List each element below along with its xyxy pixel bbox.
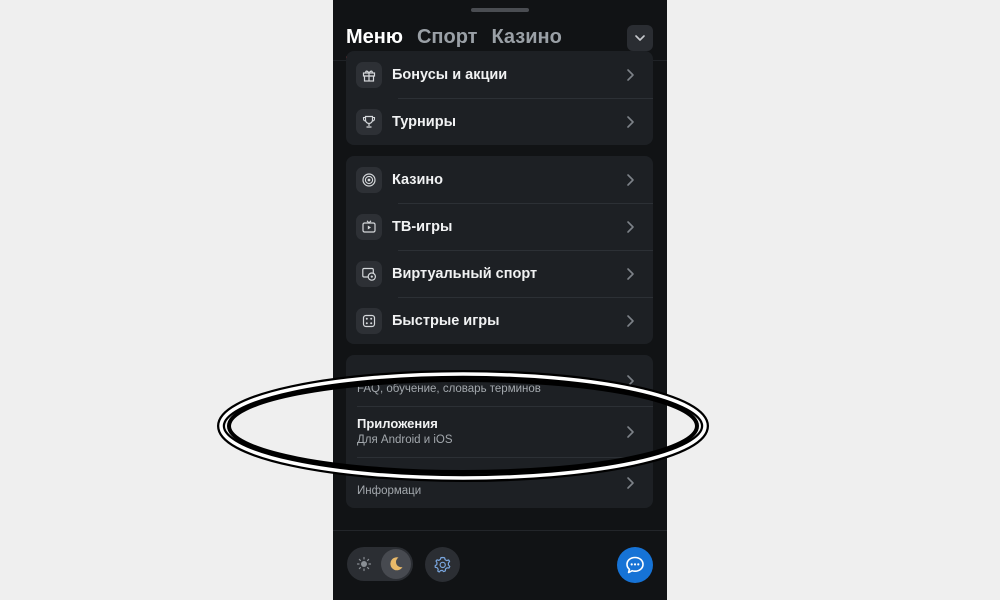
moon-icon[interactable]	[381, 549, 411, 579]
gear-icon	[434, 556, 450, 573]
promo-card: Бонусы и акции Турниры	[346, 51, 653, 145]
settings-button[interactable]	[425, 547, 460, 582]
menu-item-subtitle: Информаци	[357, 485, 422, 497]
sun-icon[interactable]	[349, 549, 379, 579]
chevron-right-icon	[627, 374, 634, 387]
chevron-right-icon	[627, 267, 634, 280]
menu-item-subtitle: Для Android и iOS	[357, 434, 453, 446]
casino-chip-icon	[356, 166, 382, 193]
chat-bubble-icon	[626, 556, 644, 574]
theme-toggle[interactable]	[347, 547, 413, 581]
menu-item-bonuses[interactable]: Бонусы и акции	[346, 51, 653, 98]
tv-icon	[356, 213, 382, 240]
dice-icon	[356, 307, 382, 334]
menu-item-help[interactable]: FAQ, обучение, словарь терминов	[346, 355, 653, 406]
menu-item-apps[interactable]: Приложения Для Android и iOS	[346, 406, 653, 457]
menu-item-virtual-sport[interactable]: Виртуальный спорт	[346, 250, 653, 297]
chevron-right-icon	[627, 314, 634, 327]
chevron-down-icon	[635, 35, 645, 41]
gift-icon	[356, 61, 382, 88]
chevron-right-icon	[627, 220, 634, 233]
games-card: Казино ТВ-игры Виртуальный спорт Быстрые…	[346, 156, 653, 344]
menu-item-tv-games[interactable]: ТВ-игры	[346, 203, 653, 250]
chevron-right-icon	[627, 425, 634, 438]
menu-item-tournaments[interactable]: Турниры	[346, 98, 653, 145]
collapse-button[interactable]	[627, 25, 653, 51]
chevron-right-icon	[627, 115, 634, 128]
menu-item-subtitle: FAQ, обучение, словарь терминов	[357, 383, 541, 395]
menu-item-label: Турниры	[392, 113, 456, 130]
chat-button[interactable]	[617, 547, 653, 583]
footer-divider	[333, 530, 667, 531]
chevron-right-icon	[627, 476, 634, 489]
chevron-right-icon	[627, 68, 634, 81]
drag-handle[interactable]	[471, 8, 529, 12]
mobile-menu-panel: Меню Спорт Казино Бонусы и акции Турниры	[333, 0, 667, 600]
chevron-right-icon	[627, 173, 634, 186]
menu-item-label: Казино	[392, 171, 444, 188]
menu-item-title: Приложения	[357, 416, 438, 431]
menu-item-info[interactable]: Информаци	[346, 457, 653, 508]
virtual-sport-icon	[356, 260, 382, 287]
menu-item-fast-games[interactable]: Быстрые игры	[346, 297, 653, 344]
menu-item-label: Бонусы и акции	[392, 66, 508, 83]
menu-item-label: Быстрые игры	[392, 312, 500, 329]
menu-item-casino[interactable]: Казино	[346, 156, 653, 203]
menu-item-label: Виртуальный спорт	[392, 265, 538, 282]
info-card: FAQ, обучение, словарь терминов Приложен…	[346, 355, 653, 508]
trophy-icon	[356, 108, 382, 135]
menu-item-label: ТВ-игры	[392, 218, 453, 235]
